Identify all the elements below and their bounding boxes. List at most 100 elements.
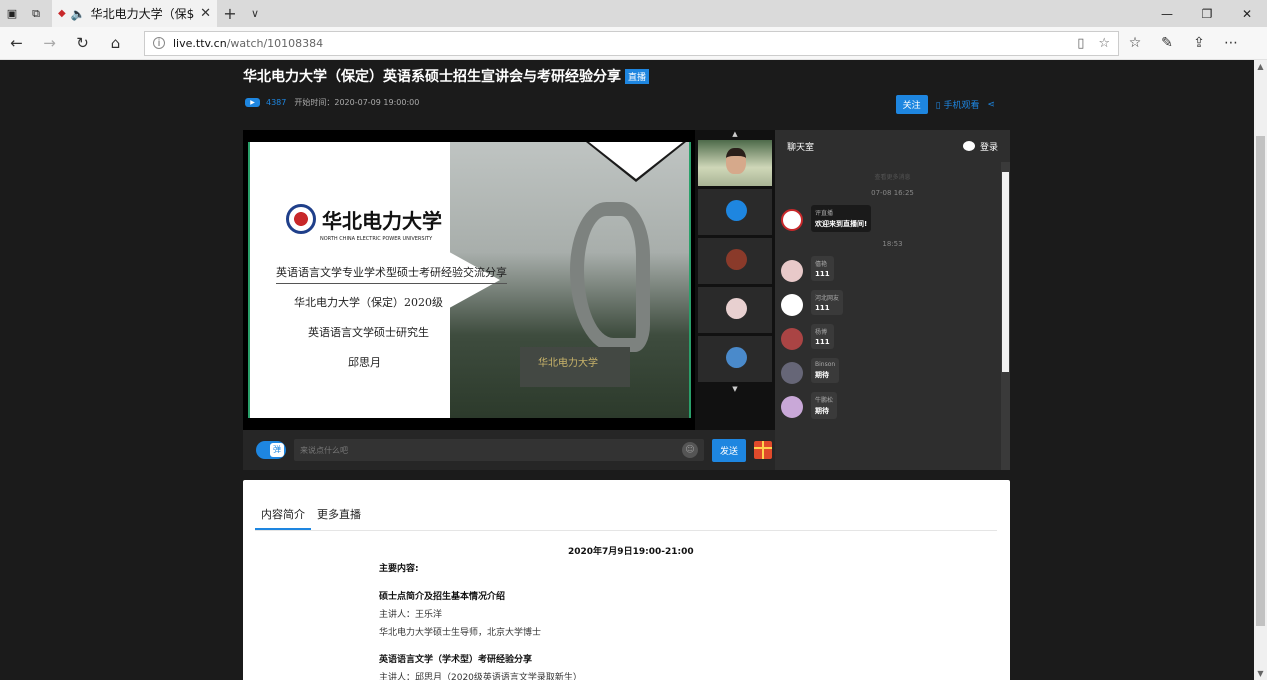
browser-tab[interactable]: ◆ 🔈 华北电力大学（保$ ✕ xyxy=(52,0,217,27)
slide-line-1: 英语语言文学专业学术型硕士考研经验交流分享 xyxy=(276,264,507,284)
share-icon[interactable]: ⇪ xyxy=(1183,35,1215,51)
login-label: 登录 xyxy=(979,142,998,153)
tab-aside-icon[interactable]: ⧉ xyxy=(24,0,48,27)
page-scrollbar[interactable]: ▲ ▼ xyxy=(1254,60,1267,680)
site-favicon-icon: ◆ xyxy=(58,8,66,19)
chat-user: 杨博 xyxy=(815,329,828,336)
avatar[interactable] xyxy=(781,328,803,350)
logo-text-cn: 华北电力大学 xyxy=(322,208,442,233)
window-menu-icon[interactable]: ▣ xyxy=(0,0,24,27)
section-1-speaker: 主讲人：王乐洋 xyxy=(379,610,443,620)
favorites-list-icon[interactable]: ☆ xyxy=(1119,35,1151,51)
chat-user: Binson xyxy=(815,361,836,368)
chat-text: 期待 xyxy=(815,371,829,379)
chat-scrollbar[interactable] xyxy=(1001,162,1010,470)
mobile-watch-label: 手机观看 xyxy=(943,101,980,111)
minimize-icon[interactable]: — xyxy=(1147,0,1187,27)
share-page-icon[interactable]: ⋖ xyxy=(987,100,995,110)
window-controls: — ❐ ✕ xyxy=(1147,0,1267,27)
participant-tile[interactable] xyxy=(698,238,772,284)
danmu-toggle[interactable]: 弹 xyxy=(256,441,286,459)
chat-timestamp: 07-08 16:25 xyxy=(871,189,914,197)
avatar[interactable] xyxy=(781,294,803,316)
chat-message: 僖艳 111 xyxy=(775,256,1010,282)
wechat-icon xyxy=(962,141,975,151)
tab-close-icon[interactable]: ✕ xyxy=(200,6,211,21)
danmu-placeholder: 来说点什么吧 xyxy=(300,445,348,455)
scroll-up-icon[interactable]: ▲ xyxy=(1254,62,1267,71)
slide-line-3: 英语语言文学硕士研究生 xyxy=(308,326,429,339)
favorite-star-icon[interactable]: ☆ xyxy=(1098,36,1110,51)
browser-navbar: ← → ↻ ⌂ i live.ttv.cn /watch/10108384 ▯ … xyxy=(0,27,1267,60)
chat-message: Binson 期待 xyxy=(775,358,1010,384)
danmu-toggle-label: 弹 xyxy=(270,443,284,457)
live-badge: 直播 xyxy=(625,68,650,84)
scrollbar-thumb[interactable] xyxy=(1256,136,1265,626)
close-window-icon[interactable]: ✕ xyxy=(1227,0,1267,27)
video-player[interactable]: 华北电力大学 华北电力大学 NORTH CHINA ELECTRIC POWER… xyxy=(243,130,775,470)
avatar[interactable] xyxy=(781,362,803,384)
viewer-count: 4387 xyxy=(266,98,287,107)
university-logo: 华北电力大学 xyxy=(286,204,442,234)
phone-icon: ▯ xyxy=(935,101,941,111)
site-info-icon[interactable]: i xyxy=(153,37,165,49)
tab-title: 华北电力大学（保$ xyxy=(90,7,195,21)
participant-tile[interactable] xyxy=(698,336,772,382)
forward-icon[interactable]: → xyxy=(33,34,66,52)
chat-text: 111 xyxy=(815,338,830,346)
danmu-bar: 弹 来说点什么吧 ☺ 发送 xyxy=(243,430,775,470)
speaker-icon[interactable]: 🔈 xyxy=(71,7,86,21)
participant-strip: ▲ ▼ xyxy=(695,130,775,470)
play-icon: ▶ xyxy=(245,98,260,107)
avatar[interactable] xyxy=(781,396,803,418)
pen-icon[interactable]: ✎ xyxy=(1151,35,1183,51)
avatar[interactable] xyxy=(781,260,803,282)
more-icon[interactable]: ⋯ xyxy=(1215,35,1247,51)
strip-down-icon[interactable]: ▼ xyxy=(695,385,775,395)
restore-icon[interactable]: ❐ xyxy=(1187,0,1227,27)
gift-icon[interactable] xyxy=(754,441,773,459)
meta-row: ▶ 4387 开始时间：2020-07-09 19:00:00 xyxy=(245,97,419,108)
tab-intro[interactable]: 内容简介 xyxy=(255,504,311,530)
new-tab-icon[interactable]: + xyxy=(217,4,243,23)
avatar[interactable] xyxy=(781,209,803,231)
university-seal-icon xyxy=(286,204,316,234)
chat-user: 僖艳 xyxy=(815,261,828,268)
actions: 关注 ▯ 手机观看 ⋖ xyxy=(895,95,995,114)
participant-tile[interactable] xyxy=(698,287,772,333)
home-icon[interactable]: ⌂ xyxy=(99,34,132,52)
section-2-speaker: 主讲人：邱思月（2020级英语语言文学录取新生） xyxy=(379,673,582,680)
reading-view-icon[interactable]: ▯ xyxy=(1077,36,1084,51)
scroll-down-icon[interactable]: ▼ xyxy=(1254,669,1267,678)
title-row: 华北电力大学（保定）英语系硕士招生宣讲会与考研经验分享 直播 xyxy=(243,66,650,86)
participant-tile[interactable] xyxy=(698,189,772,235)
danmu-input[interactable]: 来说点什么吧 ☺ xyxy=(294,439,704,461)
chat-room: 聊天室 登录 查看更多消息 07-08 16:25 评直播 欢迎来到直播间! 18… xyxy=(775,130,1010,470)
participant-tile[interactable] xyxy=(698,140,772,186)
refresh-icon[interactable]: ↻ xyxy=(66,34,99,52)
chat-timestamp: 18:53 xyxy=(882,240,903,248)
event-date: 2020年7月9日19:00-21:00 xyxy=(568,547,694,557)
section-1-desc: 华北电力大学硕士生导师，北京大学博士 xyxy=(379,628,542,638)
content-tabs: 内容简介 更多直播 xyxy=(255,504,997,531)
chat-text: 期待 xyxy=(815,407,829,415)
presentation-slide: 华北电力大学 华北电力大学 NORTH CHINA ELECTRIC POWER… xyxy=(248,142,691,418)
mobile-watch-link[interactable]: ▯ 手机观看 xyxy=(936,98,980,111)
back-icon[interactable]: ← xyxy=(0,34,33,52)
address-bar[interactable]: i live.ttv.cn /watch/10108384 ▯ ☆ xyxy=(144,30,1119,56)
tab-more-live[interactable]: 更多直播 xyxy=(311,504,367,530)
chat-title: 聊天室 xyxy=(787,142,815,153)
main-label: 主要内容: xyxy=(379,564,419,574)
login-link[interactable]: 登录 xyxy=(962,140,998,153)
send-button[interactable]: 发送 xyxy=(712,438,747,462)
url-path: /watch/10108384 xyxy=(226,36,324,50)
follow-button[interactable]: 关注 xyxy=(895,95,928,114)
chat-message: 评直播 欢迎来到直播间! xyxy=(775,205,1010,232)
emoji-icon[interactable]: ☺ xyxy=(682,442,698,458)
tab-list-chevron-icon[interactable]: ∨ xyxy=(243,7,267,20)
chat-user: 评直播 xyxy=(815,210,834,217)
chat-load-more[interactable]: 查看更多消息 xyxy=(775,172,1010,181)
stone-inscription: 华北电力大学 xyxy=(538,358,598,369)
strip-up-icon[interactable]: ▲ xyxy=(695,130,775,140)
chat-text: 111 xyxy=(815,304,830,312)
